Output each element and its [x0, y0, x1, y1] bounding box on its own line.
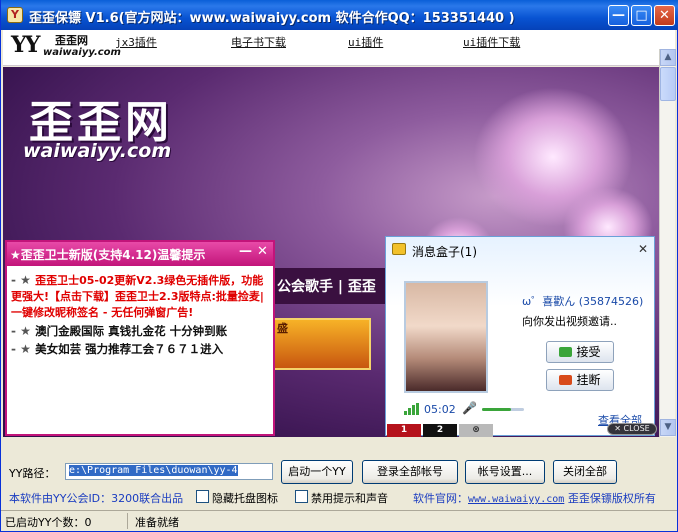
window-title: 歪歪保镖 V1.6(官方网站：www.waiwaiyy.com 软件合作QQ：1…	[29, 11, 515, 26]
close-all-button[interactable]: 关闭全部	[553, 460, 617, 484]
scroll-thumb[interactable]	[660, 67, 676, 101]
notice-promo-link[interactable]: 歪歪卫士05-02更新V2.3绿色无插件版，功能更强大!【点击下载】歪歪卫士2.…	[11, 274, 264, 319]
nav-link-ui-download[interactable]: ui插件下载	[463, 34, 520, 50]
vertical-scrollbar[interactable]: ▲ ▼	[659, 49, 676, 437]
credit-text: 本软件由YY公会ID：3200联合出品	[9, 492, 184, 505]
minimize-button[interactable]: —	[608, 5, 629, 26]
status-bar: 已启动YY个数：0 准备就绪	[1, 510, 677, 530]
overlay-close-button[interactable]: ✕ CLOSE	[607, 423, 657, 435]
title-bar[interactable]: Y 歪歪保镖 V1.6(官方网站：www.waiwaiyy.com 软件合作QQ…	[1, 0, 678, 30]
scroll-down-icon[interactable]: ▼	[660, 419, 676, 436]
yy-path-label: YY路径：	[9, 467, 56, 480]
login-all-button[interactable]: 登录全部帐号	[362, 460, 458, 484]
notice-ad-line[interactable]: - ★ 澳门金殿国际 真钱扎金花 十分钟到账	[11, 323, 273, 339]
game-tile-text: 盛	[277, 322, 288, 335]
start-one-yy-button[interactable]: 启动一个YY	[281, 460, 353, 484]
volume-slider-fill	[482, 408, 512, 411]
notice-minimize-button[interactable]: —	[239, 244, 252, 259]
notice-ad-line[interactable]: - ★ 美女如芸 强力推荐工会７６７１进入	[11, 341, 273, 357]
official-site: 软件官网：www.waiwaiyy.com 歪歪保镖版权所有	[413, 490, 656, 506]
nav-link-ebook[interactable]: 电子书下载	[231, 34, 286, 50]
status-text: 准备就绪	[135, 516, 179, 529]
caller-name[interactable]: ω゜喜歡ん (35874526)	[522, 293, 643, 309]
account-settings-button[interactable]: 帐号设置...	[465, 460, 545, 484]
message-box-header[interactable]: 消息盒子(1) ✕	[386, 237, 654, 263]
yy-path-value: e:\Program Files\duowan\yy-4	[69, 465, 238, 476]
notice-header[interactable]: ★歪歪卫士新版(支持4.12)温馨提示 — ✕	[7, 242, 273, 266]
site-banner-url: waiwaiyy.com	[23, 140, 172, 162]
star-icon: - ★	[11, 324, 36, 338]
logo-yy-text: YY	[11, 32, 40, 58]
notice-promo-text[interactable]: - ★ 歪歪卫士05-02更新V2.3绿色无插件版，功能更强大!【点击下载】歪歪…	[11, 272, 273, 321]
game-tile[interactable]: 盛	[271, 318, 371, 370]
volume-slider[interactable]	[482, 408, 524, 411]
page-tab-close[interactable]: ⊗	[459, 424, 493, 437]
app-window: Y 歪歪保镖 V1.6(官方网站：www.waiwaiyy.com 软件合作QQ…	[0, 0, 678, 532]
notice-title: ★歪歪卫士新版(支持4.12)温馨提示	[10, 248, 206, 262]
hangup-button[interactable]: 挂断	[546, 369, 614, 391]
official-site-label: 软件官网：	[413, 492, 468, 505]
microphone-icon[interactable]: 🎤	[462, 401, 477, 415]
site-banner-strip[interactable]: 公会歌手 | 歪歪	[271, 268, 387, 304]
logo-en-text: waiwaiyy.com	[43, 47, 121, 58]
accept-button[interactable]: 接受	[546, 341, 614, 363]
accept-icon	[559, 347, 573, 357]
notice-popup: ★歪歪卫士新版(支持4.12)温馨提示 — ✕ - ★ 歪歪卫士05-02更新V…	[5, 240, 275, 436]
caller-photo	[404, 281, 488, 393]
signal-icon	[404, 403, 419, 415]
message-box-close-button[interactable]: ✕	[638, 242, 648, 256]
page-tab-2[interactable]: 2	[423, 424, 457, 437]
message-box-popup: 消息盒子(1) ✕ ω゜喜歡ん (35874526) 向你发出视频邀请.. 接受…	[385, 236, 655, 436]
hide-tray-label[interactable]: 隐藏托盘图标	[212, 490, 278, 506]
official-site-link[interactable]: www.waiwaiyy.com	[468, 494, 564, 505]
running-count: 已启动YY个数：0	[5, 516, 92, 529]
logo-cn-text: 歪歪网	[55, 34, 88, 47]
hangup-icon	[559, 375, 573, 385]
star-icon: - ★	[11, 342, 36, 356]
status-divider	[127, 513, 128, 529]
notice-close-button[interactable]: ✕	[257, 244, 268, 259]
disable-tips-label[interactable]: 禁用提示和声音	[311, 490, 388, 506]
nav-link-ui[interactable]: ui插件	[348, 34, 383, 50]
message-box-title: 消息盒子(1)	[412, 245, 477, 259]
nav-link-jx3[interactable]: jx3插件	[115, 34, 157, 50]
hide-tray-checkbox[interactable]	[196, 490, 209, 503]
app-icon: Y	[7, 7, 23, 23]
invite-text: 向你发出视频邀请..	[522, 315, 617, 328]
scroll-up-icon[interactable]: ▲	[660, 49, 676, 66]
browser-nav-bar: YY 歪歪网 waiwaiyy.com jx3插件 电子书下载 ui插件 ui插…	[3, 30, 675, 66]
call-timer: 05:02	[424, 403, 456, 416]
banner-strip-text: 公会歌手 | 歪歪	[277, 279, 376, 295]
site-logo-small[interactable]: YY 歪歪网 waiwaiyy.com	[9, 32, 121, 64]
yy-path-input[interactable]: e:\Program Files\duowan\yy-4	[65, 463, 273, 480]
disable-tips-checkbox[interactable]	[295, 490, 308, 503]
star-icon: - ★	[11, 273, 36, 287]
close-button[interactable]: ✕	[654, 5, 675, 26]
notice-body: - ★ 歪歪卫士05-02更新V2.3绿色无插件版，功能更强大!【点击下载】歪歪…	[11, 272, 273, 357]
message-icon	[392, 243, 406, 255]
page-tab-1[interactable]: 1	[387, 424, 421, 437]
copyright-text: 歪歪保镖版权所有	[567, 492, 656, 505]
maximize-button[interactable]: □	[631, 5, 652, 26]
